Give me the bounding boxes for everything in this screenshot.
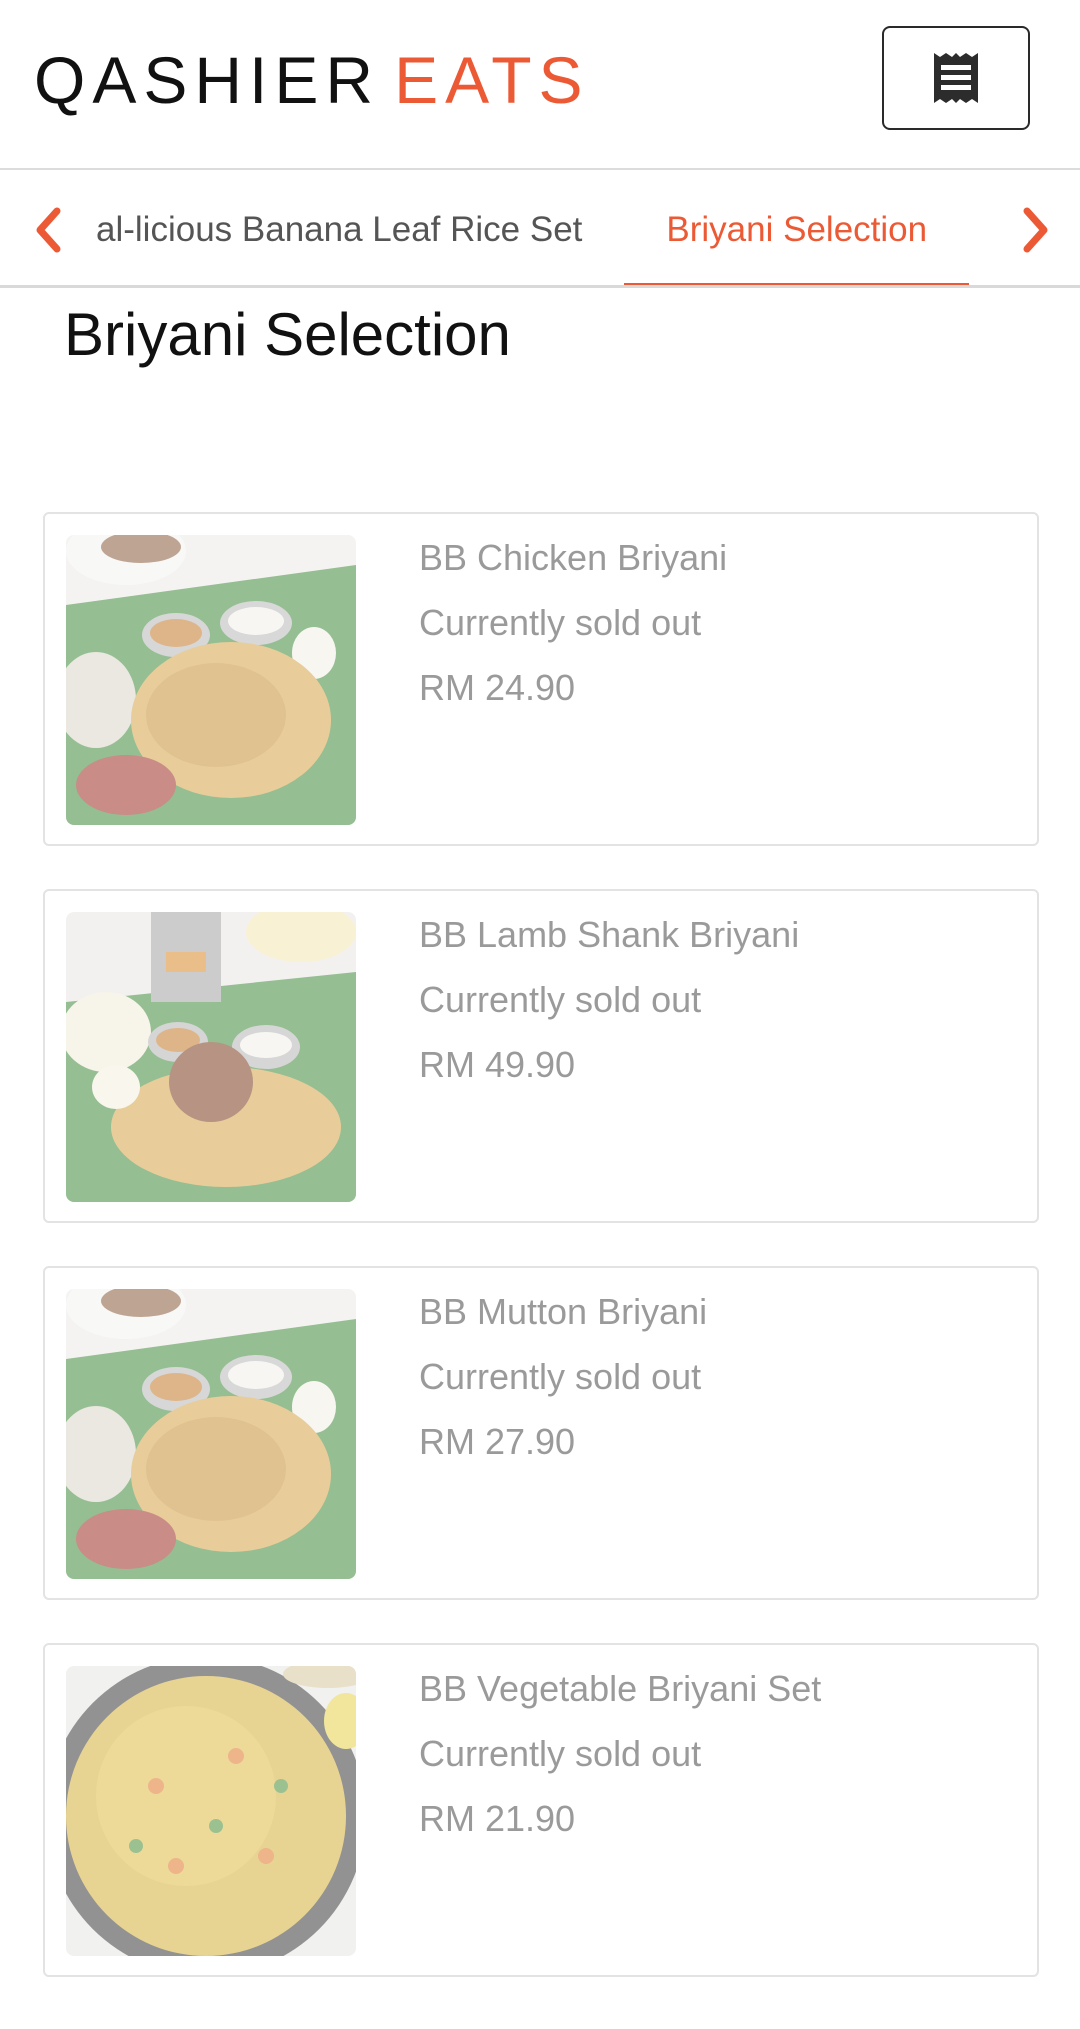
food-image xyxy=(66,535,356,825)
item-name: BB Chicken Briyani xyxy=(419,537,728,578)
receipt-icon xyxy=(934,53,978,103)
item-name: BB Lamb Shank Briyani xyxy=(419,914,800,955)
section-title: Briyani Selection xyxy=(64,301,511,368)
menu-item-card[interactable]: BB Chicken Briyani Currently sold out RM… xyxy=(43,512,1039,846)
menu-item-card[interactable]: BB Mutton Briyani Currently sold out RM … xyxy=(43,1266,1039,1600)
item-price: RM 24.90 xyxy=(419,667,576,708)
tab-briyani-selection[interactable]: Briyani Selection xyxy=(624,172,969,285)
food-image xyxy=(66,912,356,1202)
item-info: BB Lamb Shank Briyani Currently sold out… xyxy=(419,915,799,1085)
item-price: RM 49.90 xyxy=(419,1044,576,1085)
menu-item-card[interactable]: BB Lamb Shank Briyani Currently sold out… xyxy=(43,889,1039,1223)
item-status: Currently sold out xyxy=(419,602,702,643)
food-image xyxy=(66,1666,356,1956)
logo-text-eats: EATS xyxy=(394,43,590,117)
food-image xyxy=(66,1289,356,1579)
tab-banana-leaf-rice-set[interactable]: al-licious Banana Leaf Rice Set xyxy=(94,172,624,285)
category-prev-button[interactable] xyxy=(28,200,68,260)
category-tabs: al-licious Banana Leaf Rice Set Briyani … xyxy=(94,172,1006,285)
app-header: QASHIER EATS xyxy=(0,0,1080,170)
item-price: RM 21.90 xyxy=(419,1798,576,1839)
chevron-left-icon xyxy=(36,207,61,253)
menu-item-card[interactable]: BB Vegetable Briyani Set Currently sold … xyxy=(43,1643,1039,1977)
order-summary-button[interactable] xyxy=(882,26,1030,130)
item-info: BB Chicken Briyani Currently sold out RM… xyxy=(419,538,727,708)
item-price: RM 27.90 xyxy=(419,1421,576,1462)
item-status: Currently sold out xyxy=(419,1356,702,1397)
chevron-right-icon xyxy=(1023,207,1048,253)
item-info: BB Vegetable Briyani Set Currently sold … xyxy=(419,1669,821,1839)
item-name: BB Mutton Briyani xyxy=(419,1291,708,1332)
item-status: Currently sold out xyxy=(419,1733,702,1774)
item-status: Currently sold out xyxy=(419,979,702,1020)
category-nav: al-licious Banana Leaf Rice Set Briyani … xyxy=(0,172,1080,288)
item-name: BB Vegetable Briyani Set xyxy=(419,1668,822,1709)
item-info: BB Mutton Briyani Currently sold out RM … xyxy=(419,1292,707,1462)
category-next-button[interactable] xyxy=(1016,200,1056,260)
qashier-eats-logo[interactable]: QASHIER EATS xyxy=(34,43,590,117)
logo-text-qashier: QASHIER xyxy=(34,43,381,117)
